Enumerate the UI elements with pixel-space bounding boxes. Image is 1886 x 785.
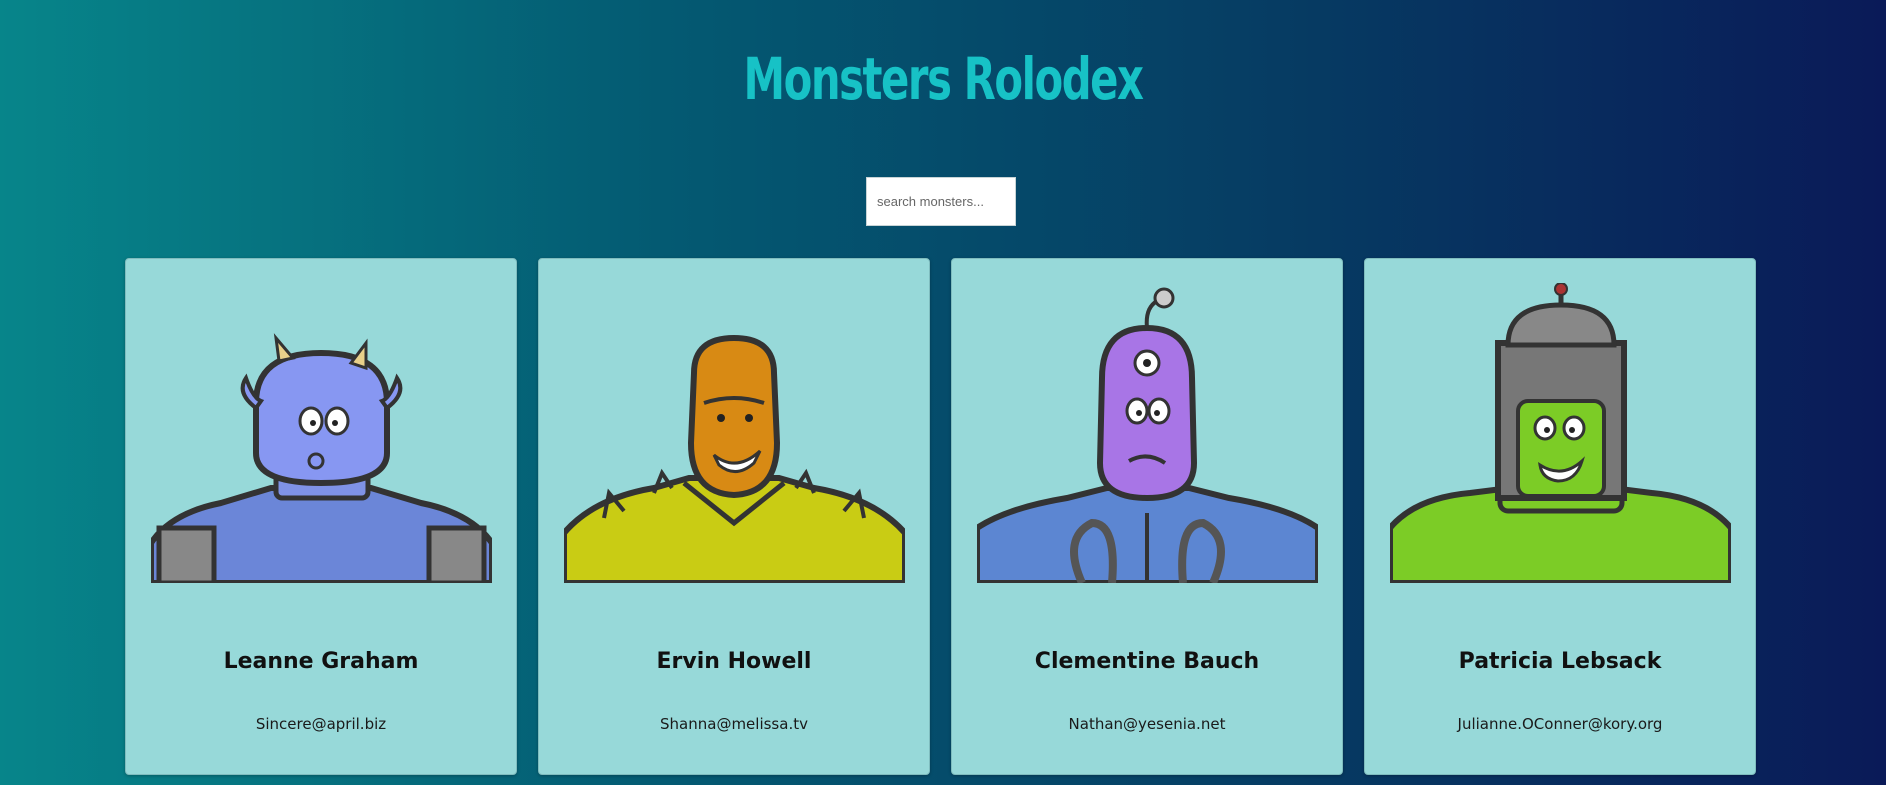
monster-name: Leanne Graham — [223, 649, 419, 674]
monster-email: Julianne.OConner@kory.org — [1457, 715, 1663, 733]
search-input[interactable] — [866, 177, 1016, 226]
monster-email: Shanna@melissa.tv — [660, 715, 808, 733]
monster-card: Leanne Graham Sincere@april.biz — [125, 258, 517, 775]
monster-email: Sincere@april.biz — [255, 715, 387, 733]
monster-image — [1390, 283, 1731, 583]
monster-name: Ervin Howell — [656, 649, 812, 674]
monster-card: Patricia Lebsack Julianne.OConner@kory.o… — [1364, 258, 1756, 775]
monster-image — [151, 333, 492, 583]
monster-image — [564, 334, 905, 583]
monster-name: Patricia Lebsack — [1458, 649, 1662, 674]
monster-card: Clementine Bauch Nathan@yesenia.net — [951, 258, 1343, 775]
monster-email: Nathan@yesenia.net — [1068, 715, 1226, 733]
monster-image — [977, 287, 1318, 583]
page-title: Monsters Rolodex — [743, 45, 1144, 113]
monster-card: Ervin Howell Shanna@melissa.tv — [538, 258, 930, 775]
monster-name: Clementine Bauch — [1034, 649, 1260, 674]
